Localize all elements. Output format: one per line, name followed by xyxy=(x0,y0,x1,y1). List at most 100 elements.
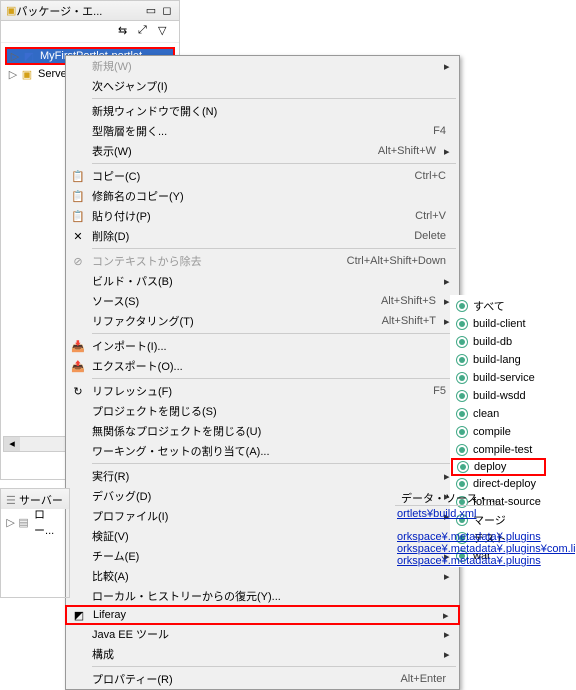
menu-item[interactable]: ✕削除(D)Delete xyxy=(66,226,459,246)
menu-item[interactable]: リファクタリング(T)Alt+Shift+T▸ xyxy=(66,311,459,331)
log-line: orkspace¥.metadata¥.plugins xyxy=(397,531,573,543)
menu-shortcut: Alt+Shift+W xyxy=(378,145,444,157)
menu-item[interactable]: 📋 修飾名のコピー(Y) xyxy=(66,186,459,206)
menu-separator xyxy=(92,163,456,164)
menu-item[interactable]: ◩Liferay▸ xyxy=(65,605,460,625)
link-icon[interactable]: ⤢ xyxy=(138,24,154,40)
menu-item[interactable]: 📋貼り付け(P)Ctrl+V xyxy=(66,206,459,226)
menu-label: Liferay xyxy=(93,609,443,621)
menu-item[interactable]: 新規ウィンドウで開く(N) xyxy=(66,101,459,121)
target-option[interactable]: すべて xyxy=(452,297,545,315)
menu-label: インポート(I)... xyxy=(92,338,454,354)
radio-icon xyxy=(456,426,468,438)
menu-label: コピー(C) xyxy=(92,168,415,184)
menu-item[interactable]: 構成▸ xyxy=(66,644,459,664)
radio-icon xyxy=(456,408,468,420)
collapse-icon[interactable]: ⇆ xyxy=(118,24,134,40)
target-option[interactable]: build-client xyxy=(452,315,545,333)
target-option[interactable]: compile-test xyxy=(452,441,545,459)
menu-item: 新規(W)▸ xyxy=(66,56,459,76)
radio-icon xyxy=(456,300,468,312)
copy-q-icon: 📋 xyxy=(70,188,86,204)
scroll-left-button[interactable]: ◂ xyxy=(4,437,20,451)
menu-label: ソース(S) xyxy=(92,293,381,309)
chevron-right-icon: ▸ xyxy=(444,628,454,641)
build-path[interactable]: ortlets¥build.xml xyxy=(397,508,573,520)
menu-label: 無関係なプロジェクトを閉じる(U) xyxy=(92,423,454,439)
expand-icon[interactable]: ▷ xyxy=(9,50,21,63)
tab-datasource[interactable]: データ・ソース・... xyxy=(395,488,504,506)
target-option[interactable]: clean xyxy=(452,405,545,423)
paste-icon: 📋 xyxy=(70,208,86,224)
target-option[interactable]: deploy xyxy=(451,458,546,476)
maximize-icon[interactable]: ◻ xyxy=(160,4,174,18)
menu-label: Java EE ツール xyxy=(92,626,444,642)
server-node[interactable]: ▷ ▤ ロー... xyxy=(5,513,65,531)
menu-shortcut: Alt+Shift+T xyxy=(382,315,444,327)
menu-item[interactable]: ↻リフレッシュ(F)F5 xyxy=(66,381,459,401)
copy-icon: 📋 xyxy=(70,168,86,184)
import-icon: 📥 xyxy=(70,338,86,354)
menu-label: 表示(W) xyxy=(92,143,378,159)
target-label: deploy xyxy=(474,461,506,473)
menu-item[interactable]: 📋 コピー(C)Ctrl+C xyxy=(66,166,459,186)
menu-label: リフレッシュ(F) xyxy=(92,383,433,399)
menu-label: コンテキストから除去 xyxy=(92,253,347,269)
menu-label: 比較(A) xyxy=(92,568,444,584)
servers-icon: ☰ xyxy=(6,495,16,507)
project-icon: ◩ xyxy=(21,49,37,63)
log-line: orkspace¥.metadata¥.plugins¥com.li xyxy=(397,543,573,555)
folder-icon: ▣ xyxy=(6,4,16,17)
panel-titlebar: ▣ パッケージ・エ... ▭ ◻ xyxy=(1,1,179,21)
menu-label: プロジェクトを閉じる(S) xyxy=(92,403,454,419)
menu-item[interactable]: 実行(R)▸ xyxy=(66,466,459,486)
menu-item[interactable]: 📤エクスポート(O)... xyxy=(66,356,459,376)
menu-item[interactable]: Java EE ツール▸ xyxy=(66,624,459,644)
chevron-right-icon: ▸ xyxy=(443,609,453,622)
expand-icon[interactable]: ▷ xyxy=(7,68,19,81)
menu-item[interactable]: 無関係なプロジェクトを閉じる(U) xyxy=(66,421,459,441)
target-label: build-lang xyxy=(473,354,521,366)
menu-label: ワーキング・セットの割り当て(A)... xyxy=(92,443,454,459)
menu-item[interactable]: ソース(S)Alt+Shift+S▸ xyxy=(66,291,459,311)
menu-separator xyxy=(92,248,456,249)
menu-item: ⊘コンテキストから除去Ctrl+Alt+Shift+Down xyxy=(66,251,459,271)
folder-icon: ▣ xyxy=(19,67,35,81)
menu-item[interactable]: 次へジャンプ(I) xyxy=(66,76,459,96)
radio-icon xyxy=(456,336,468,348)
menu-label: プロファイル(I) xyxy=(92,508,444,524)
target-option[interactable]: build-service xyxy=(452,369,545,387)
menu-item[interactable]: 型階層を開く...F4 xyxy=(66,121,459,141)
menu-item[interactable]: 表示(W)Alt+Shift+W▸ xyxy=(66,141,459,161)
menu-item[interactable]: 📥 インポート(I)... xyxy=(66,336,459,356)
server-label: ロー... xyxy=(34,506,63,538)
expand-icon[interactable]: ▷ xyxy=(5,516,16,529)
remove-icon: ⊘ xyxy=(70,253,86,269)
chevron-right-icon: ▸ xyxy=(444,145,454,158)
menu-label: 構成 xyxy=(92,646,444,662)
target-option[interactable]: build-wsdd xyxy=(452,387,545,405)
target-option[interactable]: build-db xyxy=(452,333,545,351)
menu-separator xyxy=(92,463,456,464)
minimize-icon[interactable]: ▭ xyxy=(144,4,158,18)
menu-item[interactable]: プロジェクトを閉じる(S) xyxy=(66,401,459,421)
menu-separator xyxy=(92,333,456,334)
menu-label: 修飾名のコピー(Y) xyxy=(92,188,454,204)
output-tabs: データ・ソース・... xyxy=(395,488,575,506)
menu-icon[interactable]: ▽ xyxy=(158,24,174,40)
panel-title: パッケージ・エ... xyxy=(16,3,144,19)
menu-label: ビルド・パス(B) xyxy=(92,273,444,289)
menu-item[interactable]: ワーキング・セットの割り当て(A)... xyxy=(66,441,459,461)
target-option[interactable]: build-lang xyxy=(452,351,545,369)
target-option[interactable]: compile xyxy=(452,423,545,441)
menu-label: 削除(D) xyxy=(92,228,414,244)
menu-shortcut: Ctrl+C xyxy=(415,170,454,182)
menu-separator xyxy=(92,378,456,379)
menu-shortcut: Delete xyxy=(414,230,454,242)
menu-label: デバッグ(D) xyxy=(92,488,444,504)
radio-icon xyxy=(456,390,468,402)
menu-item[interactable]: プロパティー(R)Alt+Enter xyxy=(66,669,459,689)
target-label: すべて xyxy=(473,298,505,314)
chevron-right-icon: ▸ xyxy=(444,648,454,661)
menu-item[interactable]: ビルド・パス(B)▸ xyxy=(66,271,459,291)
